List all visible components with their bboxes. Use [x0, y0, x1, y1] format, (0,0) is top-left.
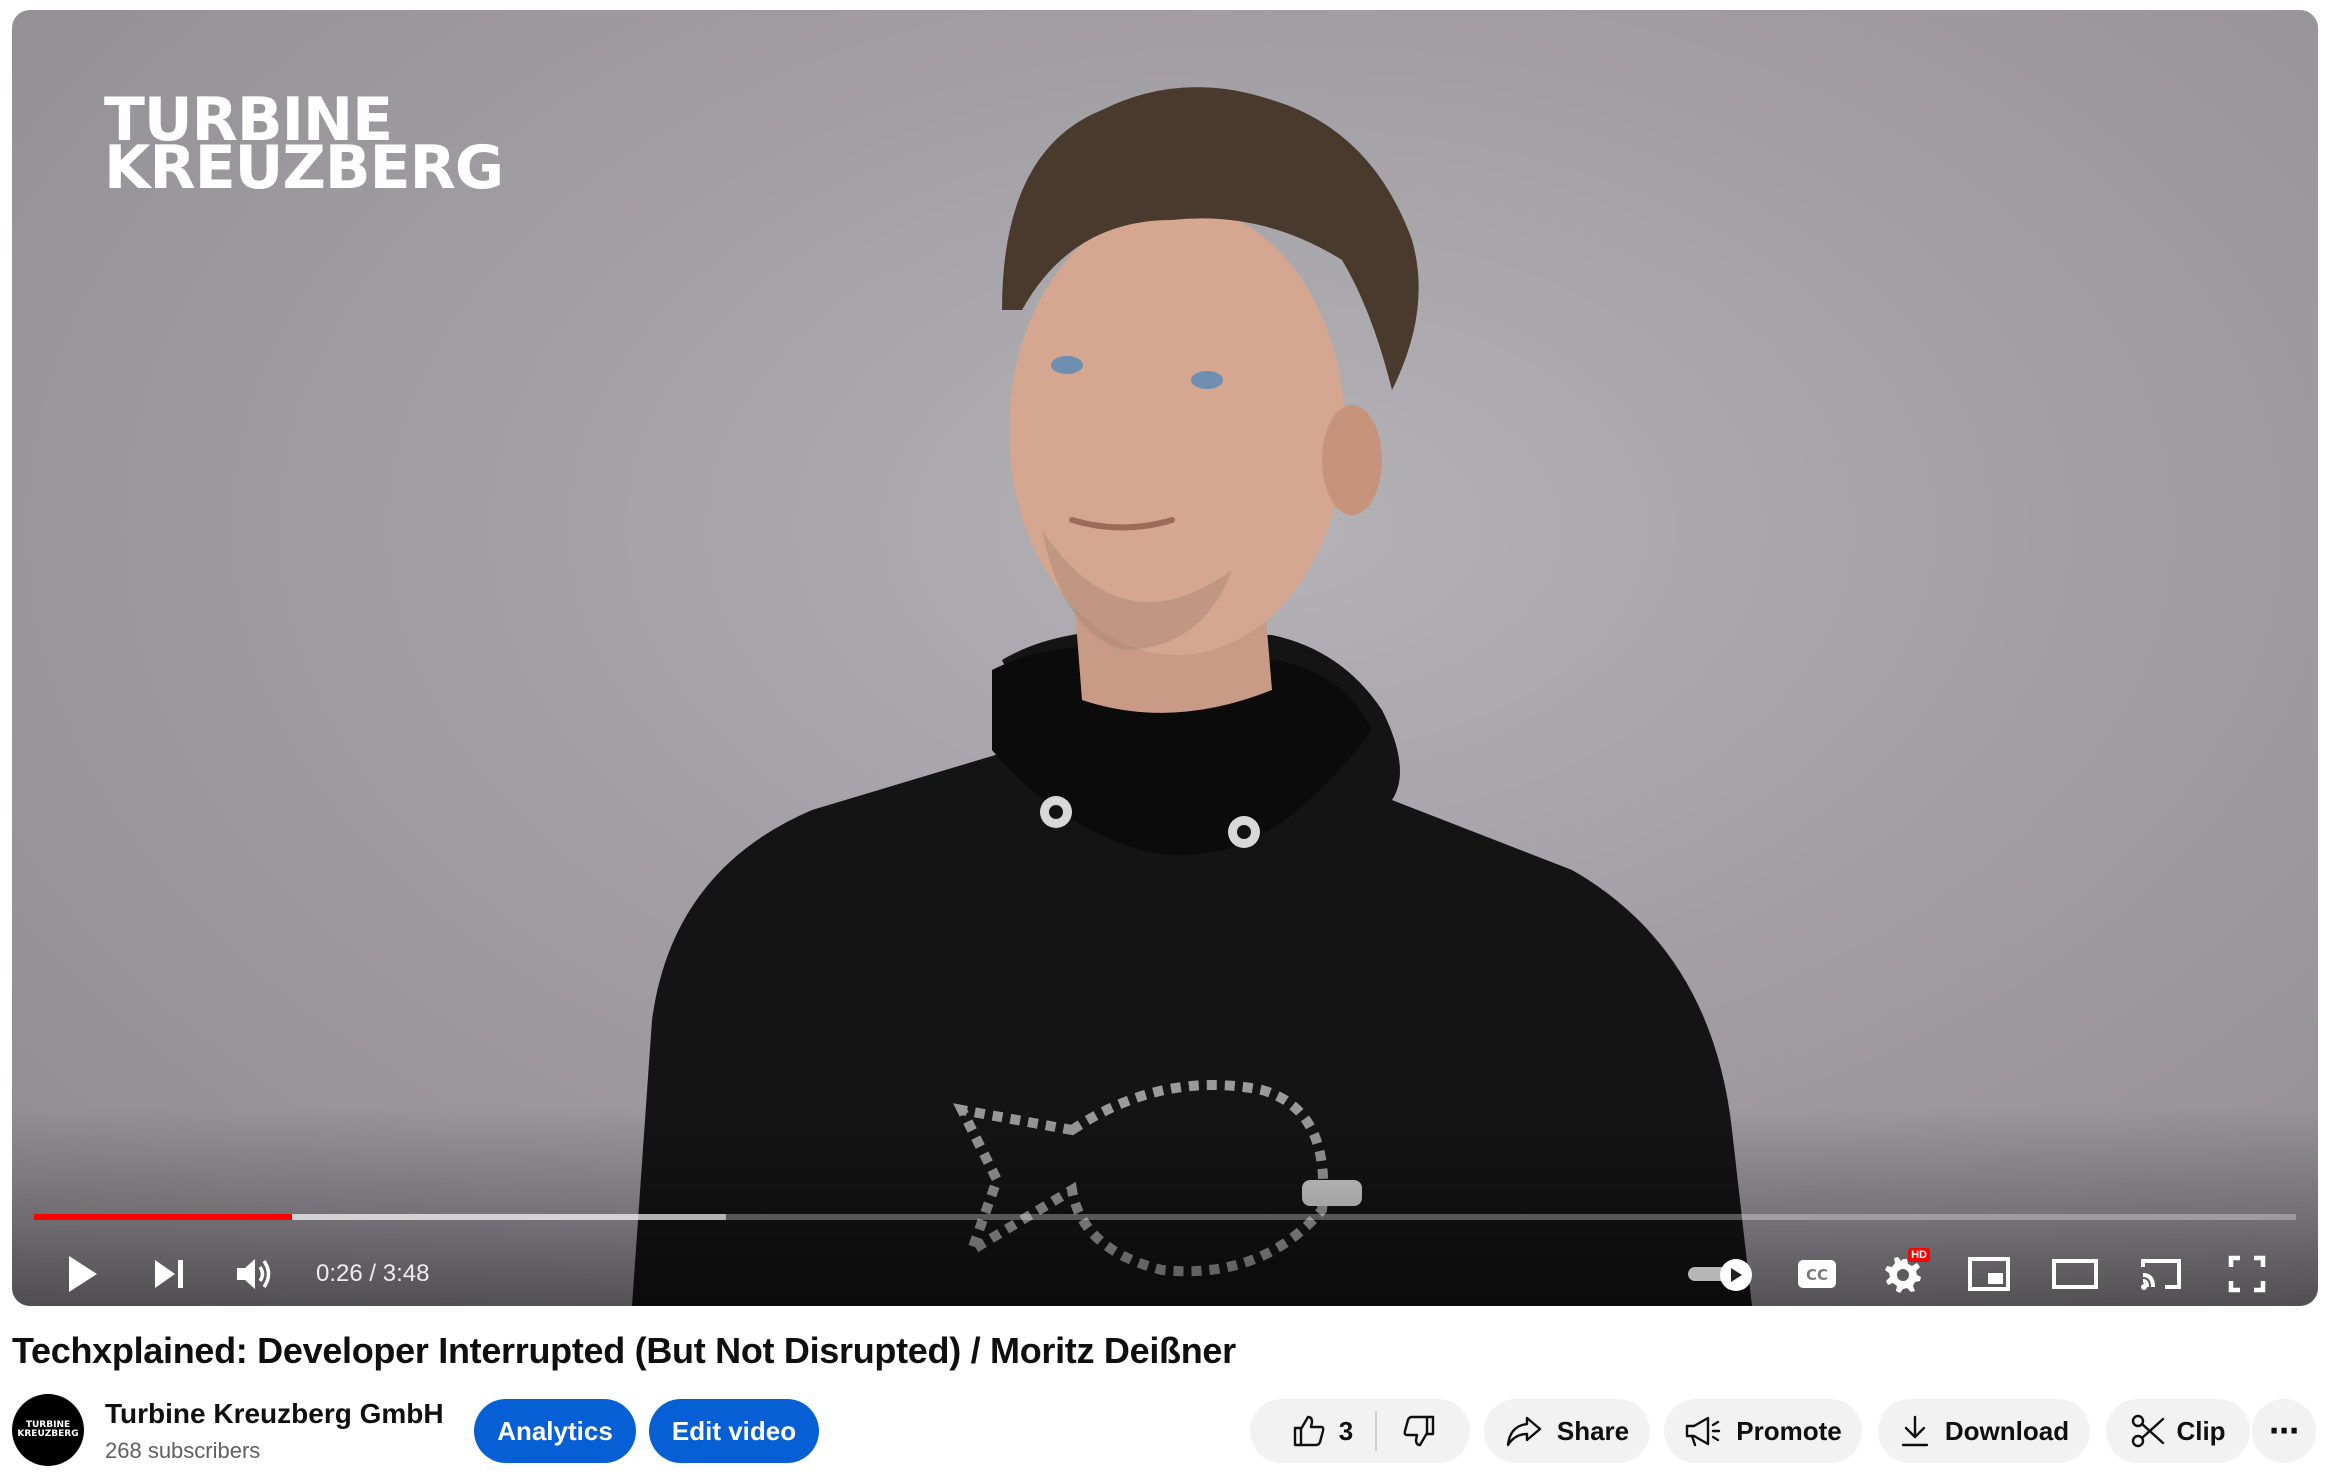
hd-badge: HD — [1908, 1248, 1930, 1262]
channel-watermark: TURBINE KREUZBERG — [104, 90, 504, 203]
miniplayer-icon — [1968, 1257, 2010, 1291]
download-label: Download — [1944, 1415, 2070, 1446]
like-count: 3 — [1338, 1415, 1354, 1446]
subscriber-count: 268 subscribers — [105, 1438, 261, 1463]
volume-icon — [237, 1259, 271, 1289]
scissors-icon — [2132, 1414, 2165, 1448]
channel-avatar[interactable]: TURBINE KREUZBERG — [12, 1394, 84, 1466]
more-icon: ⋯ — [2269, 1414, 2299, 1448]
share-icon — [1506, 1416, 1542, 1447]
video-title: Techxplained: Developer Interrupted (But… — [12, 1330, 1236, 1371]
analytics-button[interactable]: Analytics — [474, 1399, 636, 1463]
player-controls: 0:26 / 3:48 CC HD — [12, 1242, 2318, 1306]
captions-button[interactable]: CC — [1774, 1242, 1860, 1306]
share-label: Share — [1556, 1415, 1630, 1446]
play-icon — [69, 1256, 97, 1292]
promote-button[interactable]: Promote — [1664, 1399, 1862, 1463]
more-actions-button[interactable]: ⋯ — [2252, 1399, 2316, 1463]
dislike-button[interactable] — [1401, 1413, 1437, 1449]
thumbs-up-icon — [1293, 1415, 1325, 1447]
play-button[interactable] — [40, 1242, 126, 1306]
watermark-line-2: KREUZBERG — [104, 133, 504, 203]
theater-button[interactable] — [2032, 1242, 2118, 1306]
channel-name[interactable]: Turbine Kreuzberg GmbH — [105, 1398, 444, 1430]
miniplayer-button[interactable] — [1946, 1242, 2032, 1306]
time-display: 0:26 / 3:48 — [316, 1260, 430, 1287]
settings-button[interactable]: HD — [1860, 1242, 1946, 1306]
theater-icon — [2052, 1259, 2098, 1289]
clip-label: Clip — [2176, 1415, 2226, 1446]
cast-icon — [2141, 1259, 2181, 1290]
thumbs-down-icon — [1403, 1415, 1435, 1447]
autoplay-toggle[interactable] — [1688, 1242, 1774, 1306]
owner-row: TURBINE KREUZBERG Turbine Kreuzberg GmbH… — [12, 1394, 2318, 1470]
megaphone-icon — [1686, 1416, 1721, 1447]
download-button[interactable]: Download — [1878, 1399, 2090, 1463]
svg-text:CC: CC — [1806, 1266, 1828, 1284]
avatar-text-line-2: KREUZBERG — [17, 1429, 79, 1439]
next-button[interactable] — [126, 1242, 212, 1306]
cast-button[interactable] — [2118, 1242, 2204, 1306]
captions-icon: CC — [1798, 1260, 1836, 1288]
like-dislike-group: 3 — [1250, 1399, 1470, 1463]
edit-video-button[interactable]: Edit video — [649, 1399, 819, 1463]
clip-button[interactable]: Clip — [2106, 1399, 2250, 1463]
promote-label: Promote — [1736, 1415, 1842, 1446]
progress-played — [34, 1214, 292, 1220]
autoplay-play-icon — [1731, 1268, 1742, 1282]
like-button[interactable]: 3 — [1283, 1413, 1353, 1449]
volume-button[interactable] — [212, 1242, 298, 1306]
share-button[interactable]: Share — [1484, 1399, 1650, 1463]
like-divider — [1375, 1411, 1378, 1451]
progress-bar[interactable] — [34, 1214, 2296, 1220]
next-icon — [155, 1260, 183, 1288]
fullscreen-icon — [2228, 1255, 2266, 1293]
video-player[interactable]: TURBINE KREUZBERG 0:26 / 3:48 CC HD — [12, 10, 2318, 1306]
fullscreen-button[interactable] — [2204, 1242, 2290, 1306]
download-icon — [1901, 1415, 1929, 1447]
